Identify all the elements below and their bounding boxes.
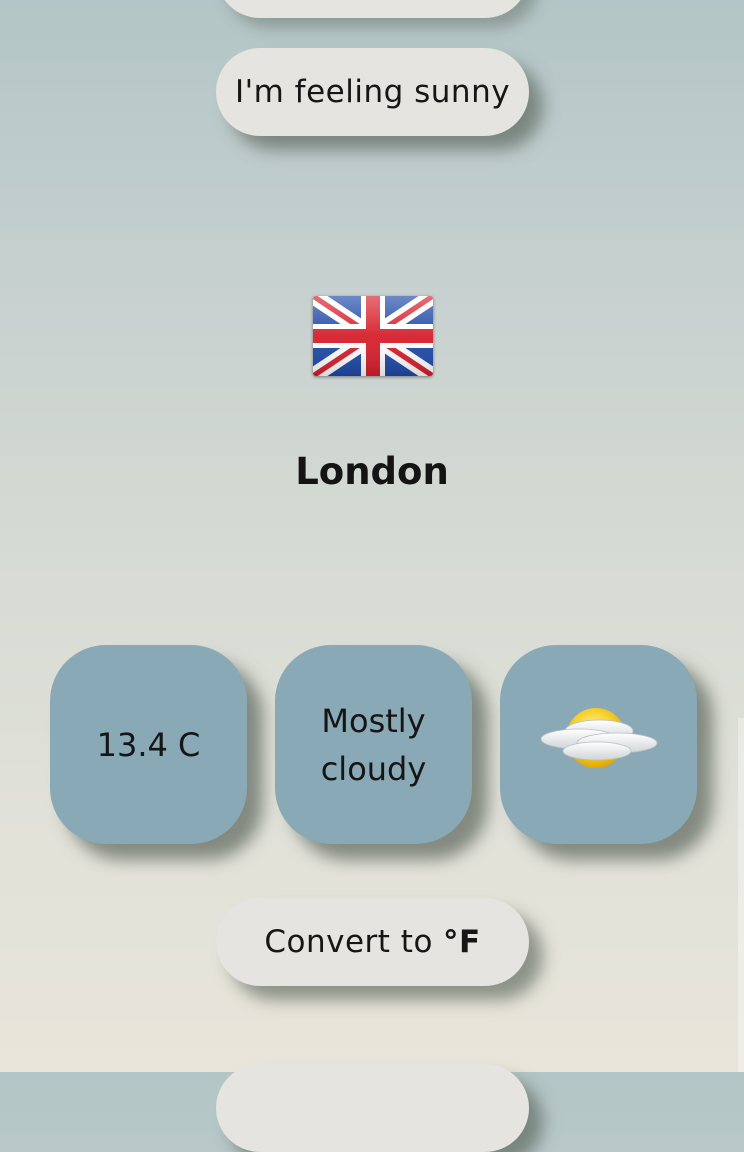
city-name: London	[295, 450, 449, 493]
condition-line-1: Mostly	[321, 701, 426, 740]
partly-cloudy-icon	[539, 701, 659, 788]
weather-icon-tile	[500, 645, 697, 844]
feeling-sunny-label: I'm feeling sunny	[234, 74, 511, 110]
convert-unit: °F	[442, 924, 481, 960]
convert-to-fahrenheit-button[interactable]: Convert to °F	[216, 898, 529, 986]
condition-line-2: cloudy	[320, 749, 427, 788]
temperature-value: 13.4 C	[96, 725, 201, 764]
next-button-partial[interactable]	[216, 1064, 529, 1152]
condition-tile: Mostly cloudy	[275, 645, 472, 844]
previous-button-partial[interactable]	[216, 0, 529, 18]
uk-flag-icon	[313, 296, 433, 376]
temperature-tile: 13.4 C	[50, 645, 247, 844]
feeling-sunny-button[interactable]: I'm feeling sunny	[216, 48, 529, 136]
scrollbar[interactable]	[738, 718, 744, 1072]
convert-label: Convert to	[264, 924, 433, 960]
condition-text: Mostly cloudy	[321, 697, 427, 793]
